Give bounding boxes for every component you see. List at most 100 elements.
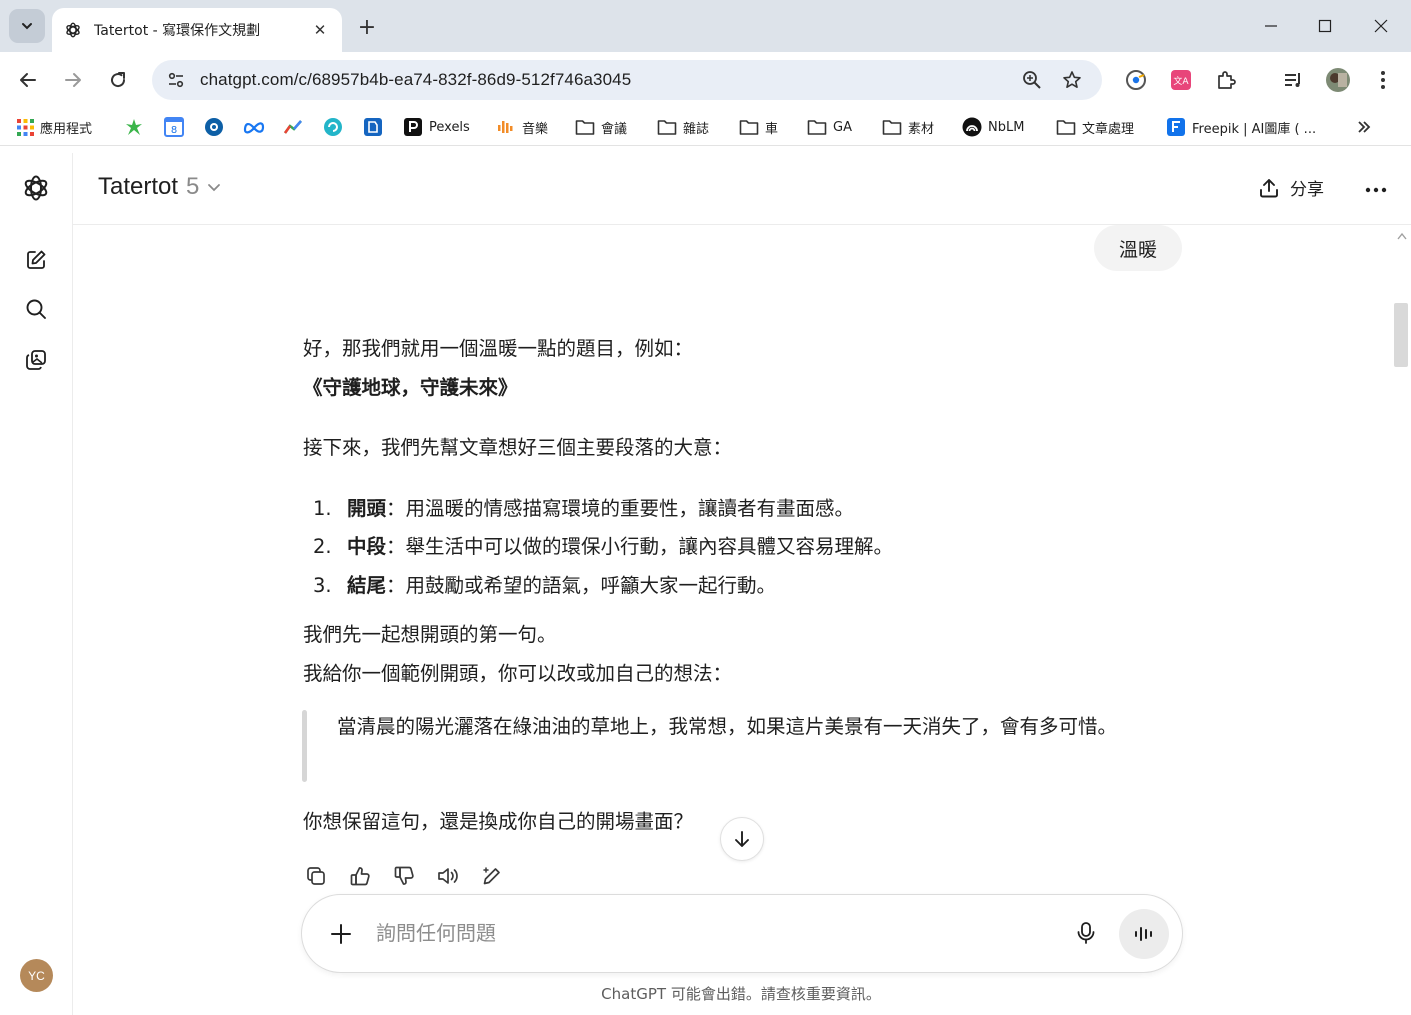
scroll-to-bottom-button[interactable]: [720, 817, 764, 861]
close-icon: [1374, 19, 1388, 33]
site-info-button[interactable]: [158, 66, 194, 94]
share-button[interactable]: 分享: [1258, 175, 1324, 200]
browser-tab-strip: Tatertot - 寫環保作文規劃 ✕ +: [0, 0, 1411, 52]
bookmarks-overflow-button[interactable]: [1356, 116, 1372, 138]
library-button[interactable]: [18, 342, 54, 378]
prompt-input[interactable]: [376, 915, 1036, 951]
more-options-button[interactable]: [1361, 175, 1391, 205]
sidebar: YC: [0, 153, 73, 1015]
attach-button[interactable]: [326, 919, 356, 949]
zoom-icon[interactable]: [1018, 66, 1046, 94]
svg-text:8: 8: [171, 125, 177, 136]
profile-avatar[interactable]: [1324, 66, 1352, 94]
dictation-button[interactable]: [1070, 917, 1102, 949]
list-item: 2. 中段：舉生活中可以做的環保小行動，讓內容具體又容易理解。: [313, 535, 894, 558]
bookmark-circle-app[interactable]: [204, 116, 224, 138]
scrollbar-thumb[interactable]: [1394, 303, 1408, 367]
extensions-puzzle-icon[interactable]: [1212, 66, 1240, 94]
copy-icon: [307, 867, 325, 885]
back-button[interactable]: [10, 62, 46, 98]
bookmark-trend[interactable]: [283, 116, 303, 138]
arrow-left-icon: [20, 73, 36, 87]
bookmark-folder-car[interactable]: 車: [739, 116, 778, 138]
notebooklm-icon: [962, 117, 982, 137]
pexels-icon: [404, 118, 422, 136]
minimize-icon: [1265, 25, 1277, 27]
tab-search-button[interactable]: [9, 9, 45, 43]
new-tab-button[interactable]: +: [352, 12, 382, 42]
model-name: Tatertot: [98, 173, 179, 200]
assistant-intro: 好，那我們就用一個溫暖一點的題目，例如：: [303, 337, 694, 360]
bookmark-swirl[interactable]: [323, 116, 343, 138]
bookmark-apps[interactable]: 應用程式: [17, 116, 92, 138]
search-icon: [26, 299, 46, 319]
assistant-question: 你想保留這句，還是換成你自己的開場畫面？: [303, 810, 694, 833]
calendar-icon: 8: [164, 117, 184, 137]
svg-text:文A: 文A: [1173, 75, 1189, 87]
bookmark-folder-magazine[interactable]: 雜誌: [657, 116, 709, 138]
user-message-bubble: 溫暖: [1094, 225, 1182, 271]
thumbs-down-button[interactable]: [389, 861, 419, 891]
browser-toolbar: chatgpt.com/c/68957b4b-ea74-832f-86d9-51…: [0, 52, 1411, 108]
copy-button[interactable]: [301, 861, 331, 891]
images-library-icon: [26, 350, 46, 370]
bookmark-folder-assets[interactable]: 素材: [882, 116, 934, 138]
model-selector[interactable]: Tatertot 5: [98, 173, 221, 201]
thumbs-down-icon: [394, 866, 414, 885]
openai-logo-icon: [66, 22, 80, 38]
url-text[interactable]: chatgpt.com/c/68957b4b-ea74-832f-86d9-51…: [200, 70, 631, 90]
meta-icon: [243, 122, 265, 134]
new-chat-button[interactable]: [18, 242, 54, 278]
bookmark-folder-meeting[interactable]: 會議: [575, 116, 627, 138]
bookmark-leaf[interactable]: [124, 116, 144, 138]
double-chevron-right-icon: [1358, 121, 1371, 133]
read-aloud-button[interactable]: [433, 861, 463, 891]
forward-button[interactable]: [55, 62, 91, 98]
bookmark-meta[interactable]: [243, 116, 265, 138]
arrow-right-icon: [65, 73, 81, 87]
voice-waveform-icon: [1135, 927, 1152, 941]
bookmark-star-icon[interactable]: [1058, 66, 1086, 94]
reload-icon: [111, 72, 126, 88]
chat-header: Tatertot 5 分享: [73, 153, 1411, 225]
active-tab[interactable]: Tatertot - 寫環保作文規劃 ✕: [52, 8, 342, 52]
circle-app-icon: [205, 118, 223, 136]
folder-icon: [657, 120, 677, 135]
tab-close-icon[interactable]: ✕: [310, 20, 330, 40]
grammar-extension-icon[interactable]: [1122, 66, 1150, 94]
media-queue-icon[interactable]: [1279, 66, 1307, 94]
bookmark-pexels[interactable]: Pexels: [403, 116, 470, 138]
microphone-icon: [1077, 922, 1095, 944]
search-chats-button[interactable]: [18, 291, 54, 327]
arrow-down-icon: [735, 831, 749, 847]
address-bar[interactable]: chatgpt.com/c/68957b4b-ea74-832f-86d9-51…: [152, 60, 1102, 100]
translate-extension-icon[interactable]: 文A: [1167, 66, 1195, 94]
music-bars-icon: [498, 121, 513, 133]
bookmark-nblm[interactable]: NbLM: [962, 116, 1024, 138]
bookmark-music[interactable]: 音樂: [496, 116, 548, 138]
bookmark-calendar[interactable]: 8: [164, 116, 184, 138]
thumbs-up-button[interactable]: [345, 861, 375, 891]
bookmark-freepik[interactable]: Freepik | AI圖庫 ( ...: [1166, 116, 1316, 138]
assistant-line-2: 我給你一個範例開頭，你可以改或加自己的想法：: [303, 662, 733, 685]
folder-icon: [739, 120, 759, 135]
maximize-window-button[interactable]: [1302, 8, 1348, 44]
bookmark-blue-app[interactable]: [363, 116, 383, 138]
edit-in-canvas-button[interactable]: [477, 861, 507, 891]
share-upload-icon: [1260, 178, 1278, 197]
freepik-icon: [1167, 118, 1185, 136]
bookmark-folder-ga[interactable]: GA: [807, 116, 852, 138]
scroll-up-arrow-icon[interactable]: [1396, 231, 1408, 241]
minimize-window-button[interactable]: [1248, 8, 1294, 44]
compose-icon: [27, 250, 46, 269]
example-opening-quote: 當清晨的陽光灑落在綠油油的草地上，我常想，如果這片美景有一天消失了，會有多可惜。: [337, 715, 1118, 738]
close-window-button[interactable]: [1358, 8, 1404, 44]
browser-menu-icon[interactable]: [1369, 66, 1397, 94]
folder-icon: [575, 120, 595, 135]
folder-icon: [1056, 120, 1076, 135]
openai-home-button[interactable]: [18, 170, 54, 206]
voice-mode-button[interactable]: [1119, 909, 1169, 959]
reload-button[interactable]: [100, 62, 136, 98]
bookmark-folder-articles[interactable]: 文章處理: [1056, 116, 1134, 138]
plus-icon: [331, 924, 351, 944]
